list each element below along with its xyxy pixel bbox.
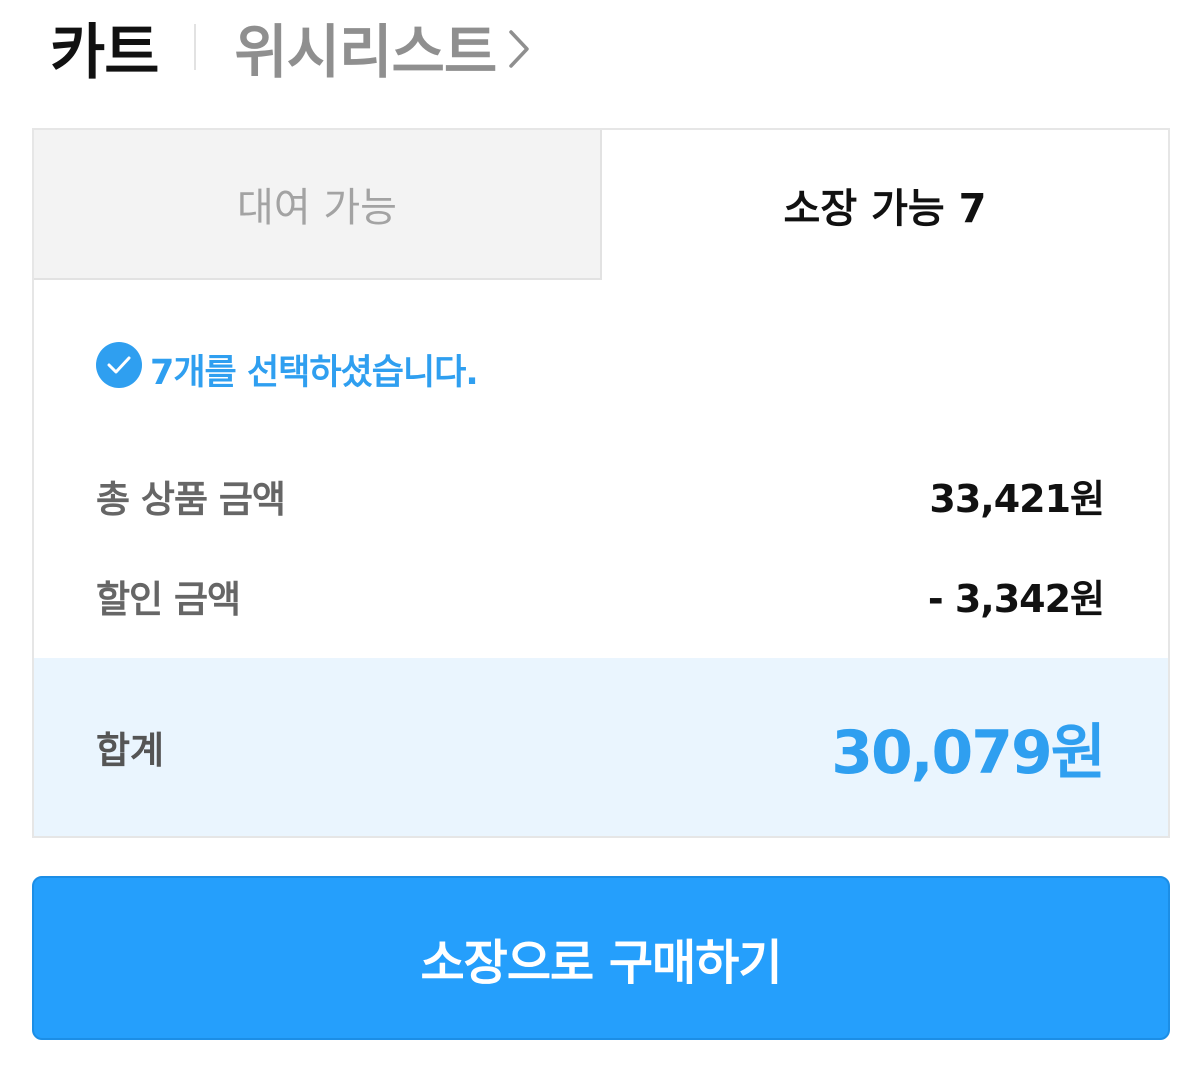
cart-page: 카트 위시리스트 대여 가능 소장 가능 7 7개를 선택하셨습니다. 총 상품… — [0, 0, 1200, 1073]
page-title: 카트 — [50, 17, 159, 88]
wishlist-link[interactable]: 위시리스트 — [234, 5, 530, 89]
total-products-label: 총 상품 금액 — [96, 477, 286, 521]
discount-value: - 3,342원 — [927, 577, 1105, 621]
total-products-value: 33,421원 — [929, 477, 1105, 521]
check-circle-icon — [96, 342, 142, 397]
selection-status: 7개를 선택하셨습니다. — [96, 342, 479, 397]
sum-label: 합계 — [96, 729, 165, 772]
header: 카트 위시리스트 — [50, 10, 530, 88]
sum-value: 30,079원 — [831, 717, 1106, 788]
tab-bar: 대여 가능 소장 가능 7 — [34, 130, 1168, 280]
chevron-right-icon — [508, 15, 530, 83]
wishlist-label: 위시리스트 — [234, 18, 497, 86]
buy-ownership-button[interactable]: 소장으로 구매하기 — [32, 876, 1170, 1040]
header-divider — [194, 24, 197, 70]
order-summary-card: 대여 가능 소장 가능 7 7개를 선택하셨습니다. 총 상품 금액 33,42… — [32, 128, 1170, 838]
total-products-row: 총 상품 금액 33,421원 — [96, 468, 1105, 523]
selection-text: 7개를 선택하셨습니다. — [150, 353, 479, 393]
discount-label: 할인 금액 — [96, 577, 241, 621]
total-sum-box: 합계 30,079원 — [34, 658, 1168, 836]
discount-row: 할인 금액 - 3,342원 — [96, 568, 1105, 623]
summary-section: 7개를 선택하셨습니다. 총 상품 금액 33,421원 할인 금액 - 3,3… — [34, 280, 1168, 660]
tab-rental[interactable]: 대여 가능 — [34, 130, 602, 280]
tab-ownership[interactable]: 소장 가능 7 — [602, 130, 1168, 280]
